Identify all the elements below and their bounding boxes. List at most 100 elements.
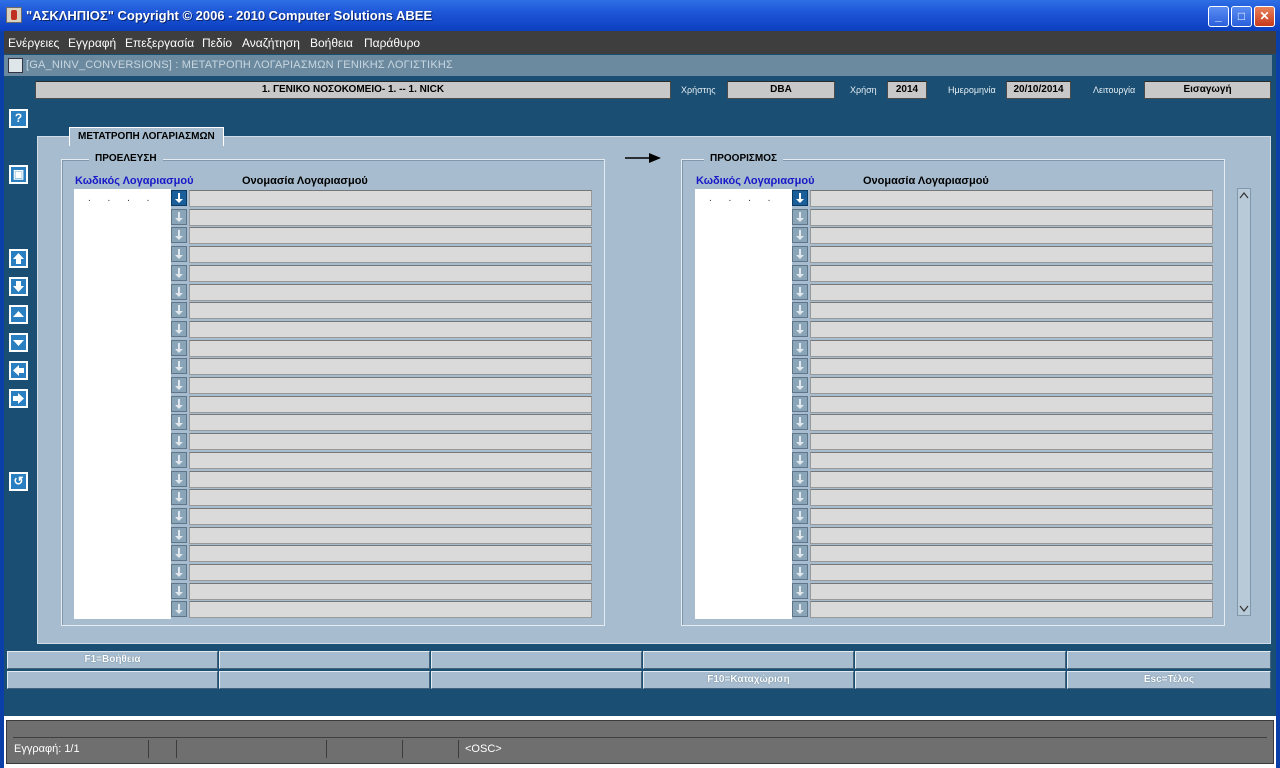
source-account-name-field[interactable]: [189, 190, 592, 207]
target-lov-button[interactable]: [792, 471, 808, 487]
target-lov-button[interactable]: [792, 302, 808, 318]
target-lov-button[interactable]: [792, 583, 808, 599]
save-icon[interactable]: ▣: [9, 165, 28, 184]
target-lov-button[interactable]: [792, 564, 808, 580]
next-block-icon[interactable]: [9, 389, 28, 408]
source-lov-button[interactable]: [171, 508, 187, 524]
fkey-empty[interactable]: [219, 671, 430, 689]
source-lov-button[interactable]: [171, 321, 187, 337]
source-code-column[interactable]: [74, 189, 171, 619]
source-lov-button[interactable]: [171, 527, 187, 543]
target-account-name-field[interactable]: [810, 452, 1213, 469]
source-account-name-field[interactable]: [189, 377, 592, 394]
source-lov-button[interactable]: [171, 209, 187, 225]
previous-block-icon[interactable]: [9, 361, 28, 380]
source-account-name-field[interactable]: [189, 302, 592, 319]
source-account-name-field[interactable]: [189, 508, 592, 525]
source-account-name-field[interactable]: [189, 452, 592, 469]
source-lov-button[interactable]: [171, 452, 187, 468]
source-account-name-field[interactable]: [189, 489, 592, 506]
menu-search[interactable]: Αναζήτηση: [242, 36, 300, 50]
target-account-name-field[interactable]: [810, 246, 1213, 263]
source-lov-button[interactable]: [171, 227, 187, 243]
last-record-icon[interactable]: [9, 277, 28, 296]
menu-edit[interactable]: Επεξεργασία: [125, 36, 194, 50]
fkey-empty[interactable]: [7, 671, 218, 689]
target-account-name-field[interactable]: [810, 396, 1213, 413]
target-lov-button[interactable]: [792, 545, 808, 561]
source-lov-button[interactable]: [171, 377, 187, 393]
target-account-name-field[interactable]: [810, 583, 1213, 600]
source-lov-button[interactable]: [171, 601, 187, 617]
scroll-up-icon[interactable]: [1239, 191, 1249, 201]
close-button[interactable]: ✕: [1254, 6, 1275, 27]
target-lov-button[interactable]: [792, 508, 808, 524]
target-lov-button[interactable]: [792, 433, 808, 449]
target-account-name-field[interactable]: [810, 414, 1213, 431]
target-account-name-field[interactable]: [810, 284, 1213, 301]
fkey-empty[interactable]: [855, 651, 1066, 669]
source-lov-button[interactable]: [171, 489, 187, 505]
target-account-name-field[interactable]: [810, 489, 1213, 506]
target-account-name-field[interactable]: [810, 321, 1213, 338]
target-account-name-field[interactable]: [810, 508, 1213, 525]
source-lov-button[interactable]: [171, 246, 187, 262]
target-account-name-field[interactable]: [810, 302, 1213, 319]
target-lov-button[interactable]: [792, 227, 808, 243]
source-account-name-field[interactable]: [189, 527, 592, 544]
maximize-button[interactable]: □: [1231, 6, 1252, 27]
menu-record[interactable]: Εγγραφή: [68, 36, 116, 50]
target-lov-button[interactable]: [792, 284, 808, 300]
source-lov-button[interactable]: [171, 190, 187, 206]
fkey-empty[interactable]: [643, 651, 854, 669]
target-lov-button[interactable]: [792, 190, 808, 206]
fkey-empty[interactable]: [219, 651, 430, 669]
target-lov-button[interactable]: [792, 321, 808, 337]
source-account-name-field[interactable]: [189, 433, 592, 450]
source-lov-button[interactable]: [171, 396, 187, 412]
fkey-empty[interactable]: [1067, 651, 1271, 669]
menu-field[interactable]: Πεδίο: [202, 36, 232, 50]
target-lov-button[interactable]: [792, 377, 808, 393]
source-account-name-field[interactable]: [189, 284, 592, 301]
fkey-empty[interactable]: [431, 651, 642, 669]
source-account-name-field[interactable]: [189, 564, 592, 581]
target-lov-button[interactable]: [792, 414, 808, 430]
target-account-name-field[interactable]: [810, 545, 1213, 562]
source-account-name-field[interactable]: [189, 471, 592, 488]
target-lov-button[interactable]: [792, 246, 808, 262]
target-lov-button[interactable]: [792, 527, 808, 543]
previous-record-icon[interactable]: [9, 305, 28, 324]
target-lov-button[interactable]: [792, 452, 808, 468]
menu-actions[interactable]: Ενέργειες: [8, 36, 59, 50]
target-lov-button[interactable]: [792, 489, 808, 505]
tab-conversion[interactable]: ΜΕΤΑΤΡΟΠΗ ΛΟΓΑΡΙΑΣΜΩΝ: [69, 127, 224, 146]
target-lov-button[interactable]: [792, 340, 808, 356]
fkey-empty[interactable]: [855, 671, 1066, 689]
source-lov-button[interactable]: [171, 433, 187, 449]
first-record-icon[interactable]: [9, 249, 28, 268]
target-account-name-field[interactable]: [810, 527, 1213, 544]
target-account-name-field[interactable]: [810, 358, 1213, 375]
target-account-name-field[interactable]: [810, 601, 1213, 618]
help-icon[interactable]: ?: [9, 109, 28, 128]
source-account-name-field[interactable]: [189, 601, 592, 618]
fkey-esc-exit[interactable]: Esc=Τέλος: [1067, 671, 1271, 689]
target-account-name-field[interactable]: [810, 265, 1213, 282]
source-account-name-field[interactable]: [189, 321, 592, 338]
target-lov-button[interactable]: [792, 396, 808, 412]
target-lov-button[interactable]: [792, 209, 808, 225]
source-lov-button[interactable]: [171, 340, 187, 356]
window-title-bar[interactable]: "ΑΣΚΛΗΠΙΟΣ" Copyright © 2006 - 2010 Comp…: [0, 0, 1280, 31]
target-account-name-field[interactable]: [810, 340, 1213, 357]
target-account-name-field[interactable]: [810, 433, 1213, 450]
source-lov-button[interactable]: [171, 471, 187, 487]
source-lov-button[interactable]: [171, 265, 187, 281]
fkey-f1-help[interactable]: F1=Βοήθεια: [7, 651, 218, 669]
fkey-f10-commit[interactable]: F10=Καταχώριση: [643, 671, 854, 689]
source-lov-button[interactable]: [171, 583, 187, 599]
source-account-name-field[interactable]: [189, 396, 592, 413]
source-account-name-field[interactable]: [189, 545, 592, 562]
target-lov-button[interactable]: [792, 601, 808, 617]
target-account-name-field[interactable]: [810, 190, 1213, 207]
